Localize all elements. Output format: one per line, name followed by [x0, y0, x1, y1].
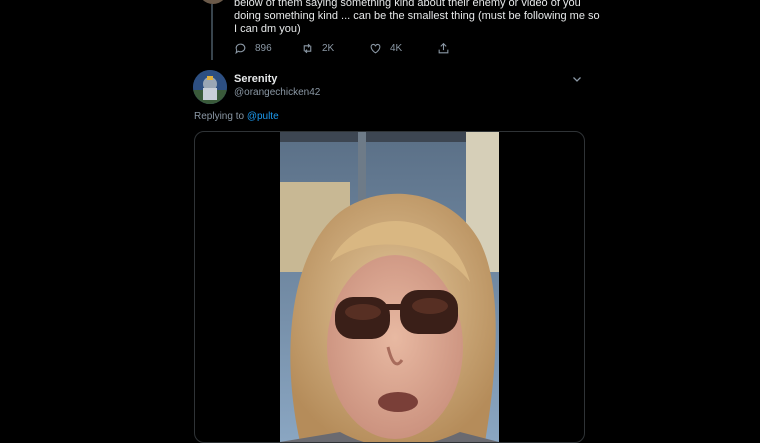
tweet-text: below of them saying something kind abou…	[234, 0, 600, 36]
replying-to-label: Replying to	[194, 111, 245, 122]
media-container[interactable]	[194, 131, 585, 443]
avatar-image	[193, 70, 227, 104]
reply-button[interactable]: 896	[234, 42, 272, 55]
like-button[interactable]: 4K	[369, 42, 402, 55]
reply-icon	[235, 43, 246, 55]
chevron-down-icon[interactable]	[571, 73, 583, 85]
like-count: 4K	[390, 43, 403, 54]
thread-line	[211, 4, 213, 60]
retweet-button[interactable]: 2K	[301, 42, 334, 55]
replying-to: Replying to @pulte	[194, 111, 279, 122]
user-handle[interactable]: @orangechicken42	[234, 87, 320, 98]
avatar[interactable]	[193, 70, 227, 104]
parent-avatar[interactable]	[198, 0, 228, 4]
display-name[interactable]: Serenity	[234, 73, 277, 85]
tweet-text-line: I can dm you)	[234, 23, 301, 35]
retweet-icon	[303, 43, 312, 54]
reply-count: 896	[255, 43, 272, 54]
tweet-text-line: below of them saying something kind abou…	[234, 0, 581, 9]
video-player[interactable]	[280, 132, 499, 442]
like-icon	[370, 43, 381, 54]
share-icon	[438, 42, 449, 54]
retweet-count: 2K	[322, 43, 335, 54]
tweet-text-line: doing something kind ... can be the smal…	[234, 10, 600, 22]
tweet-actions: 896 2K 4K	[234, 42, 464, 58]
mention-link[interactable]: @pulte	[247, 111, 279, 122]
share-button[interactable]	[437, 42, 450, 55]
video-frame	[280, 132, 499, 442]
